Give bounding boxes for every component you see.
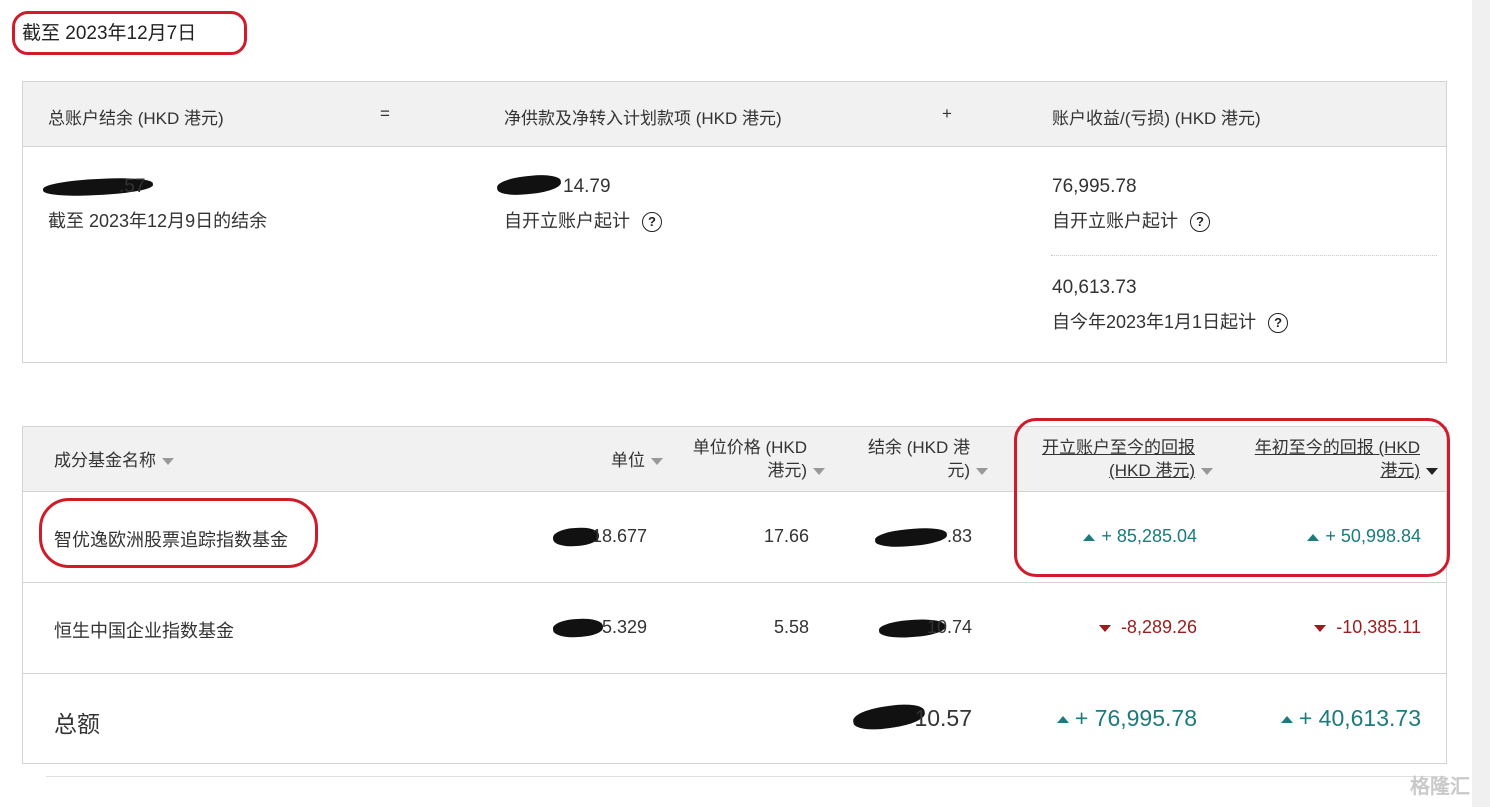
total-label: 总额 [54,711,100,737]
as-of-date: 截至 2023年12月7日 [22,23,197,44]
return-since-open-value: -8,289.26 [1023,617,1197,638]
up-arrow-icon [1083,533,1096,541]
help-icon[interactable]: ? [1190,212,1210,233]
col-balance[interactable]: 结余 (HKD 港元) [843,436,988,482]
total-return-ytd-text: + 40,613.73 [1298,705,1421,731]
account-summary: 总账户结余 (HKD 港元) = 净供款及净转入计划款项 (HKD 港元) + … [22,81,1447,363]
total-balance-label: 总账户结余 (HKD 港元) [48,109,224,128]
table-row[interactable]: 恒生中国企业指数基金 5.329 5.58 10.74 -8,289.26 -1… [23,583,1446,674]
up-arrow-icon [1307,533,1320,541]
total-row: 总额 10.57 + 76,995.78 + 40,613.73 [23,674,1446,764]
sort-caret-icon [976,468,988,476]
sort-caret-icon [813,468,825,476]
return-ytd-text: + 50,998.84 [1325,526,1421,546]
fund-name[interactable]: 恒生中国企业指数基金 [54,617,234,643]
plus-sign: + [942,104,952,123]
funds-table: 成分基金名称 单位 单位价格 (HKD 港元) 结余 (HKD 港元) 开立账户… [22,426,1447,764]
col-balance-label: 结余 (HKD 港元) [868,438,970,480]
redaction-mark [496,172,562,198]
col-fund-name[interactable]: 成分基金名称 [54,449,174,472]
col-return-ytd-label: 年初至今的回报 (HKD 港元) [1254,438,1420,480]
sort-caret-icon [1426,468,1438,476]
balance-value: 10.74 [926,617,972,637]
gain-ytd-note-text: 自今年2023年1月1日起计 [1052,312,1257,332]
gain-since-open-value: 76,995.78 [1052,176,1137,197]
down-arrow-icon [1314,624,1327,632]
total-balance-value: .57 [119,176,146,197]
return-since-open-text: -8,289.26 [1120,617,1197,637]
unit-price-value: 17.66 [763,526,809,546]
watermark: 格隆汇 [1410,776,1470,798]
summary-header: 总账户结余 (HKD 港元) = 净供款及净转入计划款项 (HKD 港元) + … [23,82,1446,147]
help-icon[interactable]: ? [642,212,662,233]
equals-sign: = [380,104,390,123]
col-units-label: 单位 [611,451,645,470]
return-ytd-value: + 50,998.84 [1243,526,1421,547]
gain-since-open-note: 自开立账户起计? [1052,207,1210,233]
units-value: 5.329 [601,617,647,637]
sort-caret-icon [162,458,174,466]
col-return-since-open-label: 开立账户至今的回报 (HKD 港元) [1042,438,1195,480]
total-balance-note: 截至 2023年12月9日的结余 [48,211,268,231]
sort-caret-icon [651,458,663,466]
gain-ytd-note: 自今年2023年1月1日起计? [1052,308,1289,334]
return-ytd-text: -10,385.11 [1336,617,1421,637]
divider [1051,255,1437,256]
col-unit-price[interactable]: 单位价格 (HKD 港元) [678,436,825,482]
col-unit-price-label: 单位价格 (HKD 港元) [692,438,807,480]
sort-caret-icon [1201,468,1213,476]
gain-ytd-value: 40,613.73 [1052,277,1137,298]
return-since-open-text: + 85,285.04 [1101,526,1197,546]
col-units[interactable]: 单位 [583,449,663,472]
table-header: 成分基金名称 单位 单位价格 (HKD 港元) 结余 (HKD 港元) 开立账户… [23,427,1446,492]
fund-name[interactable]: 智优逸欧洲股票追踪指数基金 [54,526,288,552]
units-value: 18.677 [591,526,647,546]
up-arrow-icon [1056,716,1069,724]
col-return-since-open[interactable]: 开立账户至今的回报 (HKD 港元) [1018,436,1213,482]
net-contribution-note: 自开立账户起计? [504,207,662,233]
scrollbar-track[interactable] [1472,0,1490,807]
table-row[interactable]: 智优逸欧洲股票追踪指数基金 18.677 17.66 .83 + 85,285.… [23,492,1446,583]
down-arrow-icon [1098,624,1111,632]
return-since-open-value: + 85,285.04 [1023,526,1197,547]
net-contribution-label: 净供款及净转入计划款项 (HKD 港元) [504,109,782,128]
balance-value: .83 [946,526,972,546]
return-ytd-value: -10,385.11 [1243,617,1421,638]
account-gain-label: 账户收益/(亏损) (HKD 港元) [1052,109,1261,128]
total-return-since-open: + 76,995.78 [1013,705,1197,732]
net-contribution-note-text: 自开立账户起计 [504,211,630,231]
total-return-ytd: + 40,613.73 [1233,705,1421,732]
gain-since-open-note-text: 自开立账户起计 [1052,211,1178,231]
total-balance: 10.57 [914,705,972,731]
col-return-ytd[interactable]: 年初至今的回报 (HKD 港元) [1238,436,1438,482]
unit-price-value: 5.58 [773,617,809,637]
net-contribution-value: 14.79 [563,176,611,197]
total-return-since-open-text: + 76,995.78 [1074,705,1197,731]
divider [46,776,1446,777]
col-fund-name-label: 成分基金名称 [54,451,156,470]
help-icon[interactable]: ? [1268,313,1289,334]
up-arrow-icon [1280,716,1293,724]
